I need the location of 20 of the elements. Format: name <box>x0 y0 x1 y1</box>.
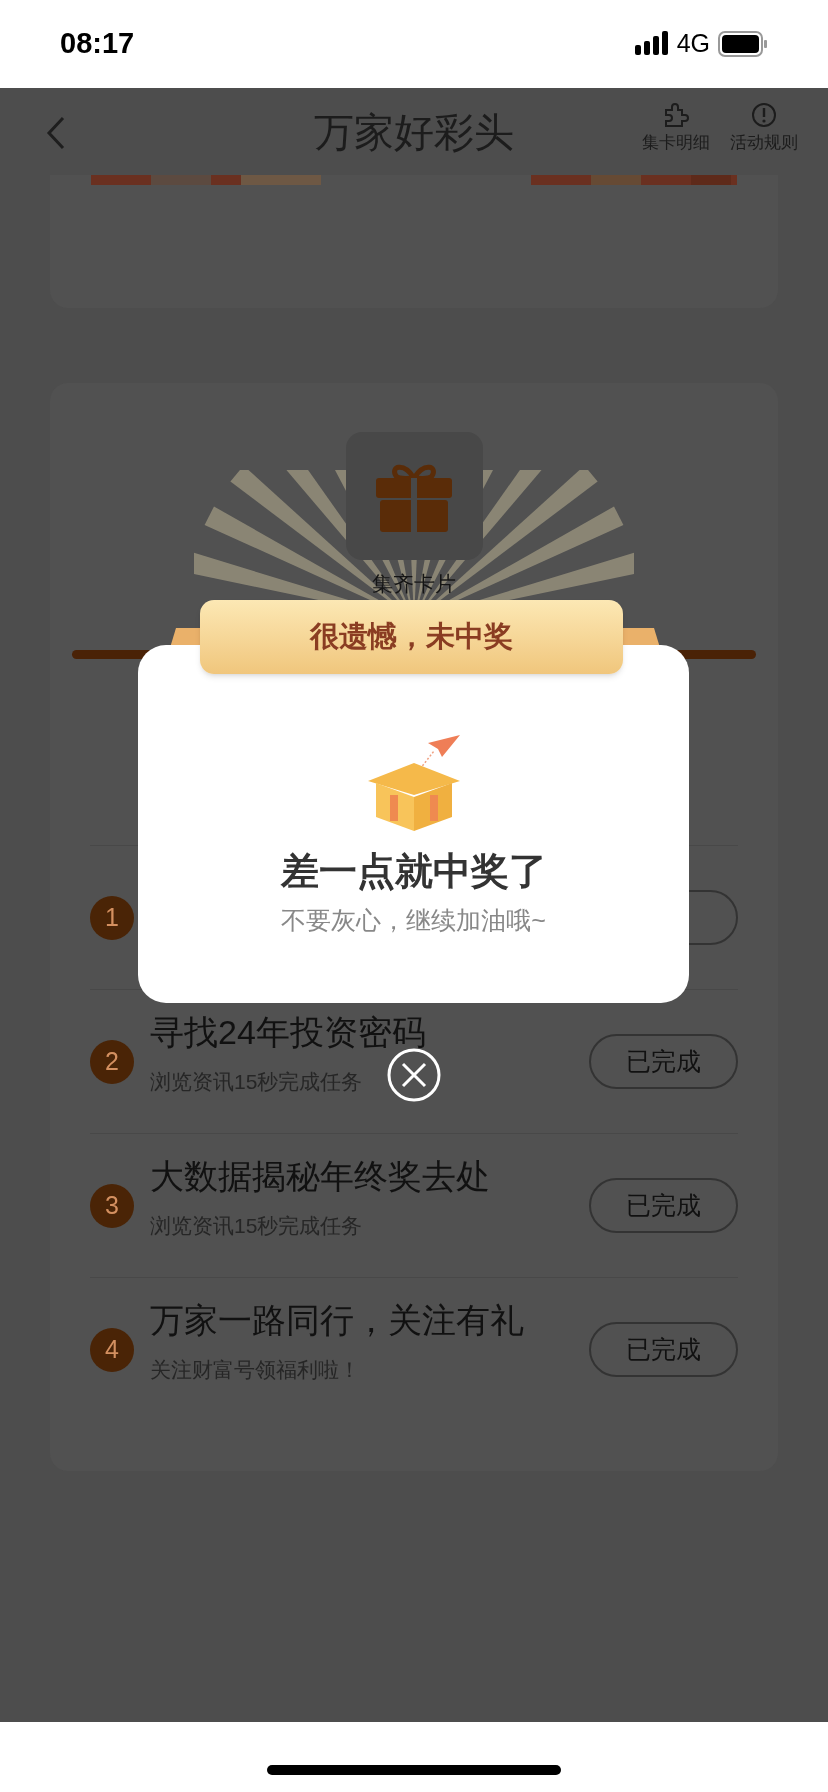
number-badge: 1 <box>90 895 134 940</box>
status-time: 08:17 <box>60 26 135 62</box>
number-badge: 2 <box>90 1039 134 1084</box>
puzzle-icon <box>663 102 689 128</box>
reward-label: 集齐卡片 <box>372 571 456 597</box>
number-badge: 3 <box>90 1183 134 1228</box>
done-button[interactable]: 已完成 <box>589 1034 738 1089</box>
signal-icon <box>634 31 669 57</box>
close-icon[interactable] <box>386 1047 442 1103</box>
number-badge: 4 <box>90 1327 134 1372</box>
battery-icon <box>718 31 768 57</box>
done-button[interactable]: 已完成 <box>589 1178 738 1233</box>
task-title: 大数据揭秘年终奖去处 <box>150 1156 490 1198</box>
network-label: 4G <box>676 28 710 60</box>
task-title: 寻找24年投资密码 <box>150 1012 426 1054</box>
info-icon <box>751 102 777 128</box>
done-button[interactable]: 已完成 <box>589 1322 738 1377</box>
dialog-message: 不要灰心，继续加油哦~ <box>281 905 546 936</box>
task-title: 万家一路同行，关注有礼 <box>150 1300 524 1342</box>
dialog-title: 差一点就中奖了 <box>280 849 547 894</box>
